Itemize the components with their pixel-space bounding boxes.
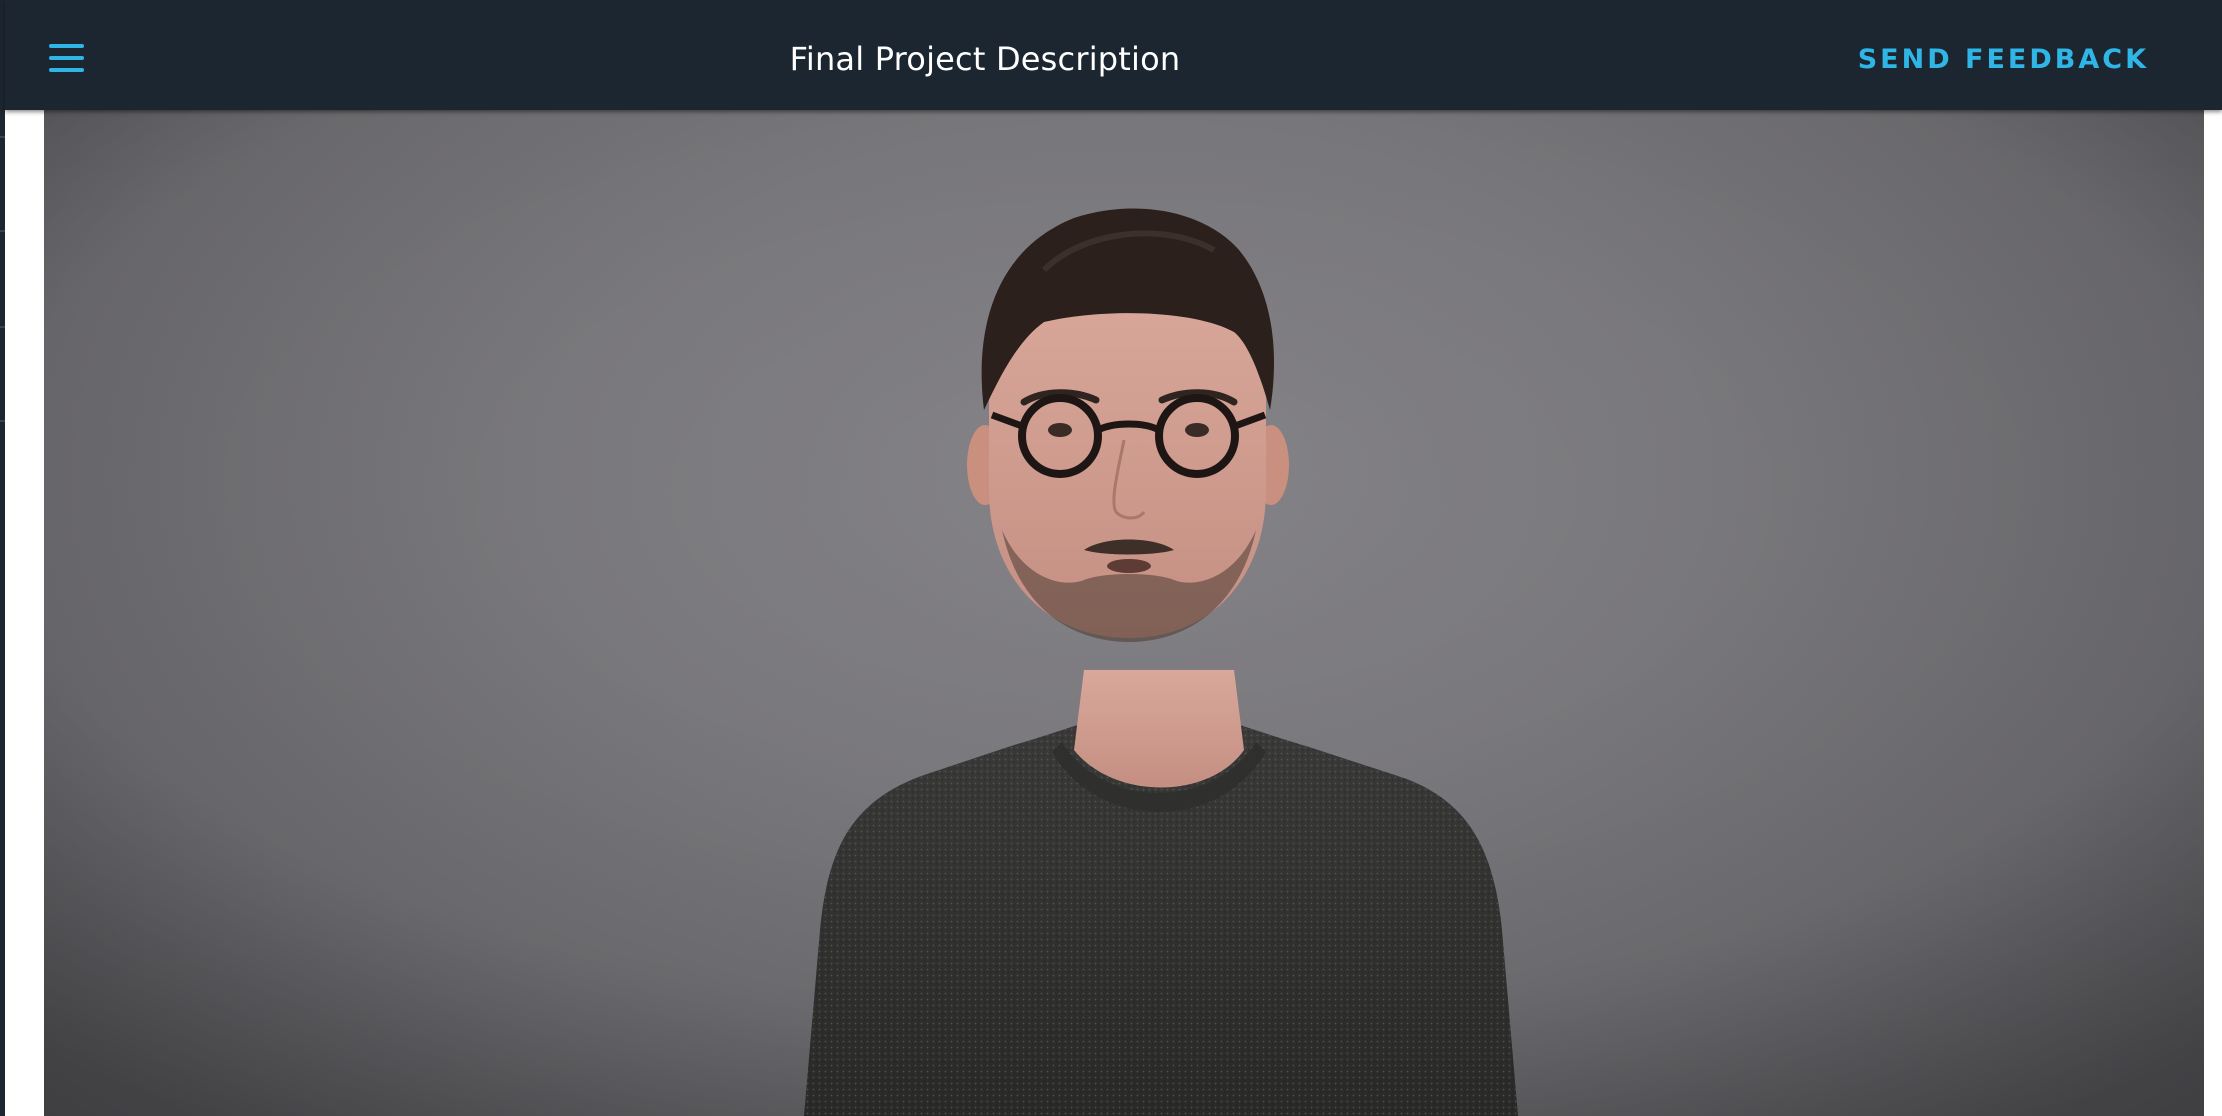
left-sidebar-edge [0, 0, 5, 1116]
lesson-page: Final Project Description SEND FEEDBACK [0, 0, 2222, 1116]
page-title: Final Project Description [789, 40, 1181, 78]
sidebar-divider [0, 230, 5, 232]
send-feedback-button[interactable]: SEND FEEDBACK [1858, 42, 2149, 78]
sidebar-divider [0, 326, 5, 328]
video-player[interactable] [44, 110, 2204, 1116]
top-navigation-bar: Final Project Description SEND FEEDBACK [5, 0, 2222, 110]
sidebar-divider [0, 136, 5, 138]
sidebar-divider [0, 420, 5, 422]
presenter-video-frame [44, 110, 2204, 1116]
